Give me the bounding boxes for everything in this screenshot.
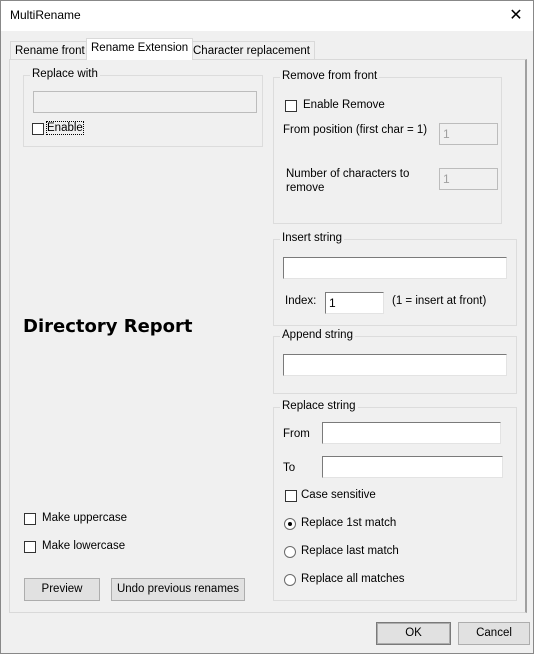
tab-rename-extension[interactable]: Rename Extension	[86, 38, 194, 60]
num-chars-input[interactable]: 1	[439, 168, 498, 190]
num-chars-label-line2: remove	[286, 182, 325, 194]
replace-all-radio[interactable]	[284, 574, 296, 586]
replace-last-radio[interactable]	[284, 546, 296, 558]
make-lowercase-label[interactable]: Make lowercase	[42, 540, 125, 552]
index-label: Index:	[285, 295, 317, 307]
remove-from-front-legend: Remove from front	[280, 70, 380, 82]
index-hint: (1 = insert at front)	[392, 295, 487, 307]
window-title: MultiRename	[10, 8, 81, 22]
insert-string-input[interactable]	[283, 257, 507, 279]
replace-last-label[interactable]: Replace last match	[301, 545, 399, 557]
tab-panel: Replace with Enable Directory Report Mak…	[9, 59, 527, 613]
replace-with-legend: Replace with	[30, 68, 100, 80]
num-chars-label-line1: Number of characters to	[286, 168, 410, 180]
enable-remove-label[interactable]: Enable Remove	[303, 99, 385, 111]
index-input[interactable]: 1	[325, 292, 384, 314]
append-string-input[interactable]	[283, 354, 507, 376]
replace-with-enable-checkbox[interactable]	[32, 123, 44, 135]
replace-with-enable-label[interactable]: Enable	[46, 121, 84, 135]
from-position-input[interactable]: 1	[439, 123, 498, 145]
enable-remove-checkbox[interactable]	[285, 100, 297, 112]
insert-string-group: Insert string Index: 1 (1 = insert at fr…	[273, 232, 517, 326]
replace-to-input[interactable]	[322, 456, 503, 478]
make-lowercase-checkbox[interactable]	[24, 541, 36, 553]
remove-from-front-group: Remove from front Enable Remove From pos…	[273, 70, 502, 224]
insert-string-legend: Insert string	[280, 232, 345, 244]
title-bar: MultiRename ✕	[1, 1, 533, 31]
tab-rename-front[interactable]: Rename front	[10, 41, 90, 60]
ok-button[interactable]: OK	[376, 622, 451, 645]
replace-first-radio[interactable]	[284, 518, 296, 530]
case-sensitive-label[interactable]: Case sensitive	[301, 489, 376, 501]
replace-all-label[interactable]: Replace all matches	[301, 573, 405, 585]
to-label: To	[283, 462, 296, 474]
replace-first-label[interactable]: Replace 1st match	[301, 517, 396, 529]
undo-renames-button[interactable]: Undo previous renames	[111, 578, 245, 601]
replace-string-group: Replace string From To Case sensitive Re…	[273, 400, 517, 601]
preview-button[interactable]: Preview	[24, 578, 100, 601]
tab-character-replacement[interactable]: Character replacement	[188, 41, 315, 60]
multirename-dialog: MultiRename ✕ Rename front Rename Extens…	[0, 0, 534, 654]
cancel-button[interactable]: Cancel	[458, 622, 530, 645]
replace-string-legend: Replace string	[280, 400, 358, 412]
replace-with-input[interactable]	[33, 91, 257, 113]
replace-from-input[interactable]	[322, 422, 501, 444]
append-string-legend: Append string	[280, 329, 355, 341]
close-icon[interactable]: ✕	[499, 1, 533, 31]
from-position-label: From position (first char = 1)	[283, 124, 428, 136]
make-uppercase-checkbox[interactable]	[24, 513, 36, 525]
append-string-group: Append string	[273, 329, 517, 394]
from-label: From	[283, 428, 310, 440]
case-sensitive-checkbox[interactable]	[285, 490, 297, 502]
directory-report-heading: Directory Report	[23, 316, 193, 337]
replace-with-group: Replace with Enable	[23, 68, 263, 147]
make-uppercase-label[interactable]: Make uppercase	[42, 512, 127, 524]
